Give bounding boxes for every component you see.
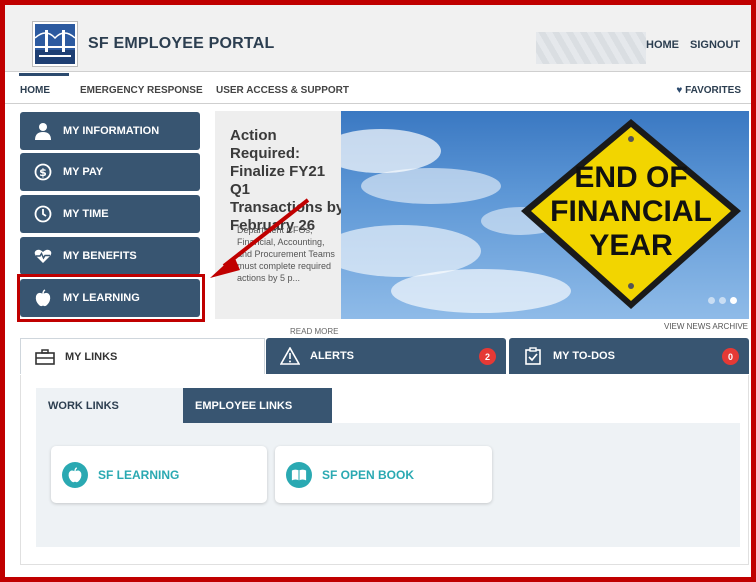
end-of-financial-year-sign-image: END OF FINANCIAL YEAR	[341, 119, 741, 313]
tab-my-links[interactable]: MY LINKS	[20, 338, 265, 374]
briefcase-icon	[35, 348, 55, 366]
tab-label: ALERTS	[310, 350, 354, 362]
menu-label: MY PAY	[63, 166, 104, 178]
clipboard-check-icon	[523, 347, 543, 365]
todos-count-badge: 0	[722, 348, 739, 365]
tab-label: MY TO-DOS	[553, 350, 615, 362]
portal-header: SF EMPLOYEE PORTAL HOME SIGNOUT	[5, 5, 751, 72]
redacted-user-area	[536, 32, 646, 64]
tab-alerts[interactable]: ALERTS 2	[266, 338, 506, 374]
link-card-sf-open-book[interactable]: SF OPEN BOOK	[275, 446, 492, 503]
subtab-employee-links[interactable]: EMPLOYEE LINKS	[183, 388, 332, 423]
favorites-label: FAVORITES	[685, 85, 741, 96]
card-label: SF OPEN BOOK	[322, 467, 415, 482]
portal-title: SF EMPLOYEE PORTAL	[88, 35, 275, 52]
carousel-dot[interactable]	[719, 297, 726, 304]
card-label: SF LEARNING	[98, 467, 180, 482]
sign-line-1: END OF	[574, 161, 687, 194]
menu-label: MY INFORMATION	[63, 125, 160, 137]
golden-gate-logo-icon	[35, 24, 75, 64]
nav-user-access-support[interactable]: USER ACCESS & SUPPORT	[216, 85, 349, 96]
header-home-link[interactable]: HOME	[646, 39, 679, 51]
carousel-dots[interactable]	[704, 291, 737, 309]
header-signout-link[interactable]: SIGNOUT	[690, 39, 740, 51]
tab-label: MY LINKS	[65, 350, 118, 363]
carousel-dot-active[interactable]	[730, 297, 737, 304]
read-more-link[interactable]: READ MORE	[290, 327, 338, 336]
subtab-work-links[interactable]: WORK LINKS	[36, 388, 183, 423]
sf-logo[interactable]	[32, 21, 78, 67]
nav-home[interactable]: HOME	[20, 85, 50, 96]
menu-my-pay[interactable]: $ MY PAY	[20, 153, 200, 191]
tab-my-todos[interactable]: MY TO-DOS 0	[509, 338, 749, 374]
menu-label: MY TIME	[63, 208, 109, 220]
news-teaser[interactable]: Action Required: Finalize FY21 Q1 Transa…	[215, 111, 345, 319]
my-learning-highlight-box	[17, 274, 205, 322]
news-summary: Department CFOs, Financial, Accounting, …	[237, 225, 335, 283]
view-news-archive-link[interactable]: VIEW NEWS ARCHIVE	[664, 322, 748, 331]
link-card-sf-learning[interactable]: SF LEARNING	[51, 446, 267, 503]
active-nav-indicator	[19, 73, 69, 76]
user-icon	[33, 121, 53, 141]
menu-my-benefits[interactable]: MY BENEFITS	[20, 237, 200, 275]
heart-pulse-icon	[33, 246, 53, 266]
menu-my-information[interactable]: MY INFORMATION	[20, 112, 200, 150]
favorites-link[interactable]: ♥ FAVORITES	[676, 85, 741, 96]
alerts-count-badge: 2	[479, 348, 496, 365]
sign-line-3: YEAR	[589, 229, 673, 262]
clock-icon	[33, 204, 53, 224]
carousel-dot[interactable]	[708, 297, 715, 304]
apple-icon	[62, 461, 88, 488]
nav-emergency-response[interactable]: EMERGENCY RESPONSE	[80, 85, 203, 96]
svg-text:$: $	[39, 166, 47, 179]
news-headline[interactable]: Action Required: Finalize FY21 Q1 Transa…	[230, 127, 345, 235]
sign-line-2: FINANCIAL	[550, 195, 712, 228]
menu-label: MY BENEFITS	[63, 250, 137, 262]
news-banner-image[interactable]: END OF FINANCIAL YEAR	[341, 111, 749, 319]
menu-my-time[interactable]: MY TIME	[20, 195, 200, 233]
heart-icon: ♥	[676, 85, 683, 96]
dollar-icon: $	[33, 162, 53, 182]
open-book-icon	[286, 461, 312, 488]
warning-icon	[280, 347, 300, 365]
main-nav: HOME EMERGENCY RESPONSE USER ACCESS & SU…	[5, 73, 751, 104]
